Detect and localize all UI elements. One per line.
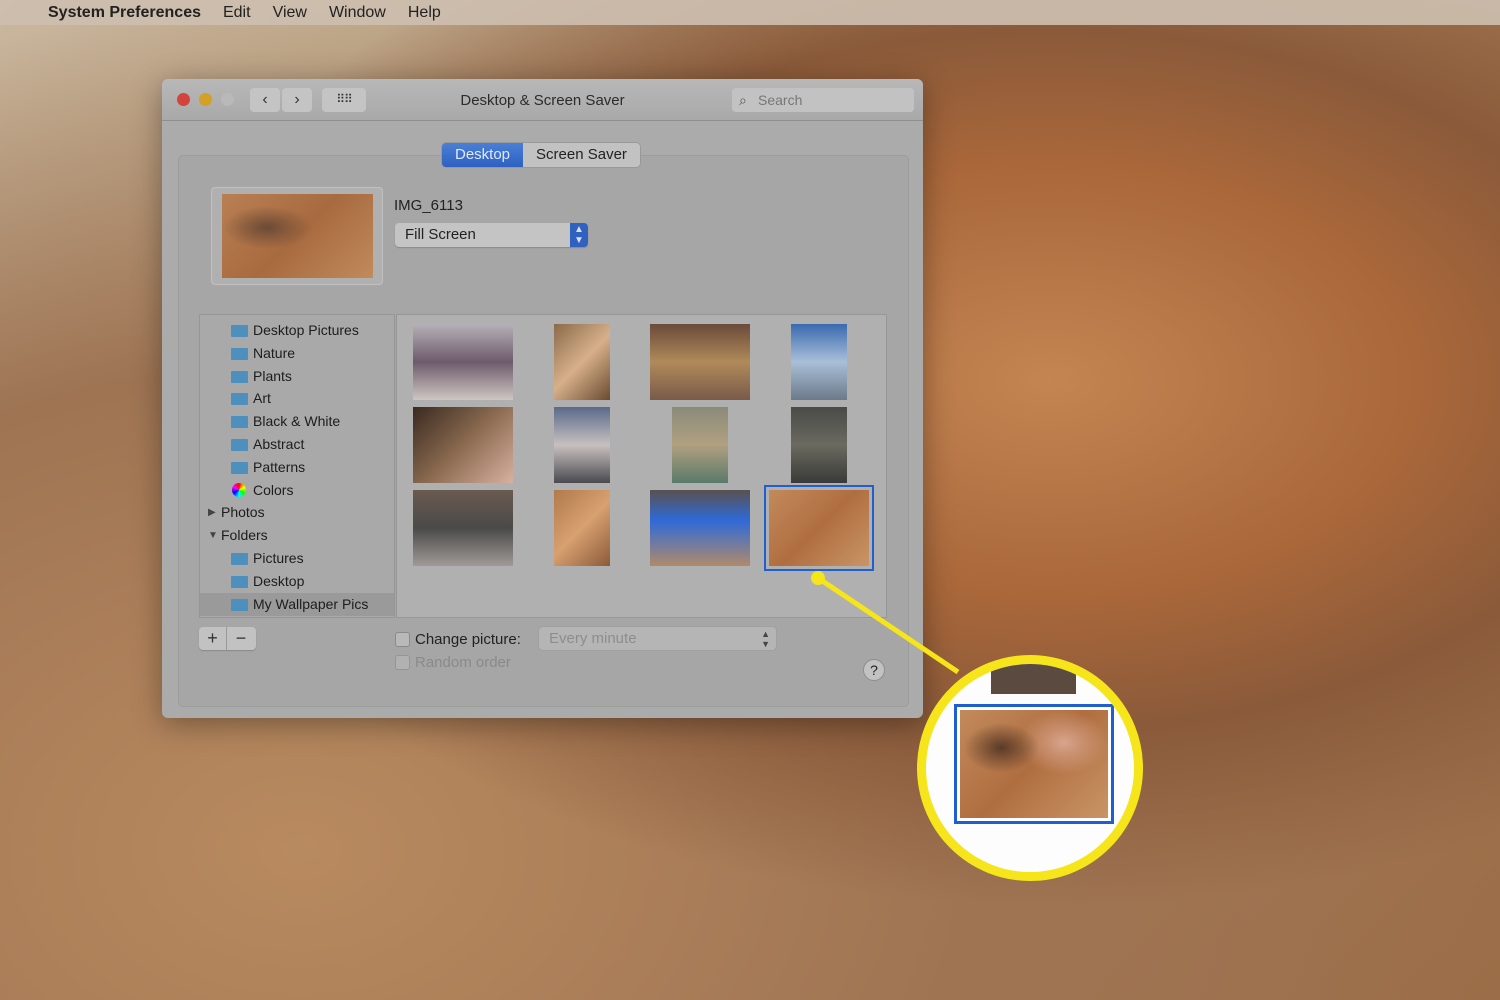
callout-thumb-above	[991, 664, 1076, 694]
callout-line	[816, 575, 960, 675]
zoom-callout	[917, 655, 1143, 881]
callout-pointer	[811, 571, 960, 675]
callout-selected-thumb	[954, 704, 1114, 824]
